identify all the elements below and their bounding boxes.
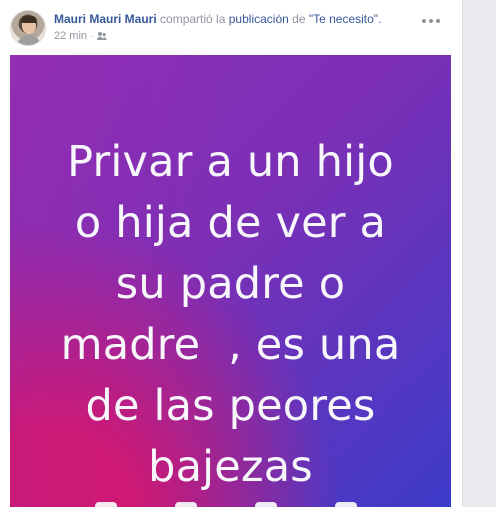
menu-dot: [436, 19, 440, 23]
share-verb-text: compartió la: [160, 12, 226, 26]
more-options-icon[interactable]: [422, 16, 440, 26]
author-name-link[interactable]: Mauri Mauri Mauri: [54, 12, 157, 26]
post-share-line: Mauri Mauri Mauri compartió la publicaci…: [54, 11, 381, 27]
share-preposition-text: de: [292, 12, 306, 26]
image-text-line: o hija de ver a: [74, 198, 387, 248]
facebook-post-card: Mauri Mauri Mauri compartió la publicaci…: [0, 0, 463, 507]
menu-dot: [429, 19, 433, 23]
avatar-hair: [21, 16, 37, 23]
image-text-line: de las peores: [85, 381, 376, 431]
source-page-link[interactable]: "Te necesito".: [309, 12, 382, 26]
cropped-text-fragments: [95, 502, 371, 507]
post-time[interactable]: 22 min: [54, 29, 87, 43]
avatar-shirt: [17, 35, 41, 45]
friends-icon[interactable]: [96, 31, 108, 41]
image-text-line: bajezas: [148, 442, 313, 492]
cropped-glyph: [175, 502, 197, 507]
post-meta: 22 min ·: [54, 29, 108, 43]
image-text-line: Privar a un hijo: [67, 137, 394, 187]
image-text-line: madre , es una: [60, 320, 401, 370]
image-text: Privar a un hijo o hija de ver a su padr…: [10, 132, 451, 498]
author-avatar[interactable]: [10, 10, 46, 46]
menu-dot: [422, 19, 426, 23]
post-header: Mauri Mauri Mauri compartió la publicaci…: [10, 8, 450, 48]
shared-image[interactable]: Privar a un hijo o hija de ver a su padr…: [10, 55, 451, 507]
cropped-glyph: [335, 502, 357, 507]
publication-link[interactable]: publicación: [229, 12, 289, 26]
cropped-glyph: [95, 502, 117, 507]
cropped-glyph: [255, 502, 277, 507]
meta-separator: ·: [90, 31, 94, 41]
image-text-line: su padre o: [115, 259, 346, 309]
